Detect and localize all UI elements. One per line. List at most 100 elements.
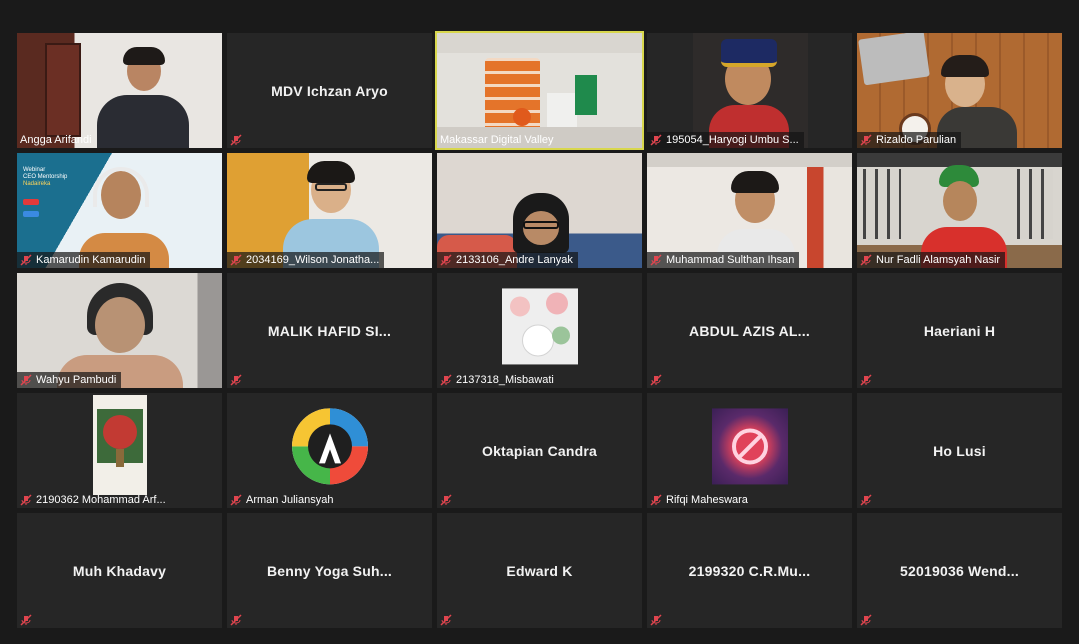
microphone-muted-icon — [650, 494, 662, 506]
participant-name-label — [437, 612, 457, 628]
participant-tile[interactable]: Rizaldo Parulian — [857, 33, 1062, 148]
participant-display-name: Muh Khadavy — [72, 562, 167, 579]
profile-picture — [711, 407, 788, 484]
participant-display-name: Haeriani H — [923, 322, 996, 339]
participant-video — [857, 153, 1062, 268]
participant-tile[interactable]: Muh Khadavy — [17, 513, 222, 628]
participant-tile[interactable]: Edward K — [437, 513, 642, 628]
participant-name: 195054_Haryogi Umbu S... — [666, 134, 799, 146]
gallery-grid: Angga Arifandi MDV Ichzan Aryo Makassar … — [17, 31, 1062, 629]
participant-name-label — [227, 132, 247, 148]
prohibited-icon — [731, 427, 768, 464]
logo-icon — [291, 407, 368, 484]
participant-name: Muhammad Sulthan Ihsan — [666, 254, 795, 266]
microphone-muted-icon — [440, 254, 452, 266]
participant-display-name: MDV Ichzan Aryo — [271, 82, 388, 99]
participant-name-label — [227, 612, 247, 628]
participant-tile-active-speaker[interactable]: Makassar Digital Valley — [435, 31, 644, 150]
participant-name: Kamarudin Kamarudin — [36, 254, 146, 266]
participant-name-label: Angga Arifandi — [17, 132, 97, 148]
participant-name-label: Makassar Digital Valley — [437, 132, 559, 148]
participant-video — [647, 153, 852, 268]
participant-tile[interactable]: Oktapian Candra — [437, 393, 642, 508]
microphone-muted-icon — [230, 614, 242, 626]
participant-name-label: Wahyu Pambudi — [17, 372, 122, 388]
participant-tile[interactable]: Arman Juliansyah — [227, 393, 432, 508]
participant-tile[interactable]: ABDUL AZIS AL... — [647, 273, 852, 388]
participant-video — [17, 33, 222, 148]
participant-name-label — [647, 612, 667, 628]
profile-picture — [501, 287, 578, 364]
participant-name-label: Kamarudin Kamarudin — [17, 252, 151, 268]
participant-display-name: Ho Lusi — [933, 442, 986, 459]
participant-display-name: Edward K — [506, 562, 573, 579]
microphone-muted-icon — [20, 374, 32, 386]
participant-name-label: 2137318_Misbawati — [437, 372, 559, 388]
participant-name-label — [437, 492, 457, 508]
participant-name: Rizaldo Parulian — [876, 134, 957, 146]
profile-picture — [291, 407, 369, 485]
participant-tile[interactable]: 2034169_Wilson Jonatha... — [227, 153, 432, 268]
participant-display-name: MALIK HAFID SI... — [267, 322, 392, 339]
microphone-muted-icon — [440, 494, 452, 506]
microphone-muted-icon — [230, 494, 242, 506]
participant-tile[interactable]: MALIK HAFID SI... — [227, 273, 432, 388]
participant-name: Nur Fadli Alamsyah Nasir — [876, 254, 1001, 266]
participant-name-label: Muhammad Sulthan Ihsan — [647, 252, 800, 268]
participant-tile[interactable]: Rifqi Maheswara — [647, 393, 852, 508]
microphone-muted-icon — [860, 614, 872, 626]
microphone-muted-icon — [650, 254, 662, 266]
participant-tile[interactable]: Webinar CEO Mentorship Nadaireka Kamarud… — [17, 153, 222, 268]
participant-name: Wahyu Pambudi — [36, 374, 117, 386]
participant-tile[interactable]: Ho Lusi — [857, 393, 1062, 508]
participant-name-label: 2190362 Mohammad Arf... — [17, 492, 171, 508]
participant-video — [437, 33, 642, 148]
participant-display-name: Benny Yoga Suh... — [266, 562, 392, 579]
participant-name-label — [17, 612, 37, 628]
microphone-muted-icon — [650, 134, 662, 146]
participant-tile[interactable]: MDV Ichzan Aryo — [227, 33, 432, 148]
microphone-muted-icon — [860, 134, 872, 146]
microphone-muted-icon — [230, 374, 242, 386]
participant-name-label: Arman Juliansyah — [227, 492, 338, 508]
participant-tile[interactable]: Haeriani H — [857, 273, 1062, 388]
participant-name-label: 195054_Haryogi Umbu S... — [647, 132, 804, 148]
participant-tile[interactable]: 2133106_Andre Lanyak — [437, 153, 642, 268]
microphone-muted-icon — [230, 254, 242, 266]
participant-tile[interactable]: 2190362 Mohammad Arf... — [17, 393, 222, 508]
participant-name: Makassar Digital Valley — [440, 134, 554, 146]
participant-name-label — [227, 372, 247, 388]
participant-video — [227, 153, 432, 268]
microphone-muted-icon — [860, 494, 872, 506]
participant-name: 2034169_Wilson Jonatha... — [246, 254, 380, 266]
participant-name-label — [647, 372, 667, 388]
microphone-muted-icon — [650, 614, 662, 626]
participant-display-name: 2199320 C.R.Mu... — [688, 562, 811, 579]
participant-tile[interactable]: 2199320 C.R.Mu... — [647, 513, 852, 628]
participant-display-name: Oktapian Candra — [481, 442, 598, 459]
participant-name-label: Rifqi Maheswara — [647, 492, 753, 508]
microphone-muted-icon — [860, 374, 872, 386]
participant-tile[interactable]: Benny Yoga Suh... — [227, 513, 432, 628]
participant-name-label — [857, 372, 877, 388]
microphone-muted-icon — [20, 614, 32, 626]
participant-name-label: Nur Fadli Alamsyah Nasir — [857, 252, 1006, 268]
microphone-muted-icon — [650, 374, 662, 386]
participant-tile[interactable]: Wahyu Pambudi — [17, 273, 222, 388]
participant-tile[interactable]: Angga Arifandi — [17, 33, 222, 148]
microphone-muted-icon — [20, 254, 32, 266]
participant-tile[interactable]: 195054_Haryogi Umbu S... — [647, 33, 852, 148]
participant-tile[interactable]: 2137318_Misbawati — [437, 273, 642, 388]
profile-picture — [92, 394, 147, 495]
participant-tile[interactable]: 52019036 Wend... — [857, 513, 1062, 628]
participant-display-name: ABDUL AZIS AL... — [689, 322, 810, 339]
slide-text: Webinar CEO Mentorship Nadaireka — [23, 167, 68, 187]
participant-tile[interactable]: Muhammad Sulthan Ihsan — [647, 153, 852, 268]
participant-video: Webinar CEO Mentorship Nadaireka — [17, 153, 222, 268]
participant-name-label: Rizaldo Parulian — [857, 132, 962, 148]
participant-video — [437, 153, 642, 268]
participant-name: Angga Arifandi — [20, 134, 92, 146]
participant-name-label: 2133106_Andre Lanyak — [437, 252, 578, 268]
participant-name: 2137318_Misbawati — [456, 374, 554, 386]
participant-tile[interactable]: Nur Fadli Alamsyah Nasir — [857, 153, 1062, 268]
